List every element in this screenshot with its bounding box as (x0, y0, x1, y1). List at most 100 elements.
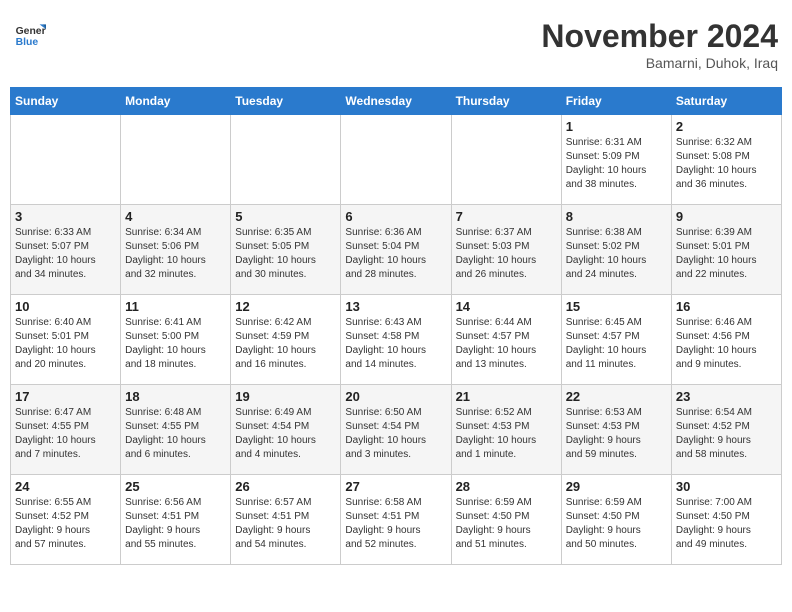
day-number: 2 (676, 119, 777, 134)
calendar-cell: 2 Sunrise: 6:32 AM Sunset: 5:08 PM Daylig… (671, 115, 781, 205)
calendar-cell: 17 Sunrise: 6:47 AM Sunset: 4:55 PM Dayli… (11, 385, 121, 475)
day-number: 1 (566, 119, 667, 134)
week-row-4: 17 Sunrise: 6:47 AM Sunset: 4:55 PM Dayli… (11, 385, 782, 475)
calendar-cell: 5Sunrise: 6:35 AM Sunset: 5:05 PM Daylig… (231, 205, 341, 295)
day-number: 11 (125, 299, 226, 314)
day-info: Sunrise: 6:38 AM Sunset: 5:02 PM Dayligh… (566, 226, 667, 282)
day-number: 8 (566, 209, 667, 224)
calendar-cell (121, 115, 231, 205)
day-number: 26 (235, 479, 336, 494)
weekday-header-saturday: Saturday (671, 88, 781, 115)
day-number: 29 (566, 479, 667, 494)
day-number: 22 (566, 389, 667, 404)
calendar-cell: 11 Sunrise: 6:41 AM Sunset: 5:00 PM Dayli… (121, 295, 231, 385)
calendar-cell: 10 Sunrise: 6:40 AM Sunset: 5:01 PM Dayli… (11, 295, 121, 385)
calendar-cell: 13Sunrise: 6:43 AM Sunset: 4:58 PM Dayli… (341, 295, 451, 385)
month-title: November 2024 (541, 18, 778, 55)
day-info: Sunrise: 6:34 AM Sunset: 5:06 PM Dayligh… (125, 226, 226, 282)
weekday-header-friday: Friday (561, 88, 671, 115)
day-number: 12 (235, 299, 336, 314)
day-number: 17 (15, 389, 116, 404)
day-number: 28 (456, 479, 557, 494)
day-info: Sunrise: 6:59 AM Sunset: 4:50 PM Dayligh… (566, 496, 667, 552)
day-info: Sunrise: 6:54 AM Sunset: 4:52 PM Dayligh… (676, 406, 777, 462)
day-info: Sunrise: 6:48 AM Sunset: 4:55 PM Dayligh… (125, 406, 226, 462)
day-number: 23 (676, 389, 777, 404)
calendar-body: 1 Sunrise: 6:31 AM Sunset: 5:09 PM Daylig… (11, 115, 782, 565)
day-number: 18 (125, 389, 226, 404)
day-info: Sunrise: 6:55 AM Sunset: 4:52 PM Dayligh… (15, 496, 116, 552)
day-info: Sunrise: 6:59 AM Sunset: 4:50 PM Dayligh… (456, 496, 557, 552)
calendar-cell: 21Sunrise: 6:52 AM Sunset: 4:53 PM Dayli… (451, 385, 561, 475)
day-number: 5 (235, 209, 336, 224)
day-info: Sunrise: 6:43 AM Sunset: 4:58 PM Dayligh… (345, 316, 446, 372)
day-info: Sunrise: 6:32 AM Sunset: 5:08 PM Dayligh… (676, 136, 777, 192)
header: General Blue November 2024 Bamarni, Duho… (10, 10, 782, 79)
calendar-cell: 15 Sunrise: 6:45 AM Sunset: 4:57 PM Dayli… (561, 295, 671, 385)
day-number: 9 (676, 209, 777, 224)
day-info: Sunrise: 6:47 AM Sunset: 4:55 PM Dayligh… (15, 406, 116, 462)
day-info: Sunrise: 6:41 AM Sunset: 5:00 PM Dayligh… (125, 316, 226, 372)
calendar-cell: 25 Sunrise: 6:56 AM Sunset: 4:51 PM Dayli… (121, 475, 231, 565)
day-number: 27 (345, 479, 446, 494)
day-number: 25 (125, 479, 226, 494)
day-number: 4 (125, 209, 226, 224)
day-info: Sunrise: 6:50 AM Sunset: 4:54 PM Dayligh… (345, 406, 446, 462)
day-number: 6 (345, 209, 446, 224)
day-info: Sunrise: 6:52 AM Sunset: 4:53 PM Dayligh… (456, 406, 557, 462)
calendar-cell (341, 115, 451, 205)
calendar-cell: 9 Sunrise: 6:39 AM Sunset: 5:01 PM Daylig… (671, 205, 781, 295)
week-row-3: 10 Sunrise: 6:40 AM Sunset: 5:01 PM Dayli… (11, 295, 782, 385)
title-area: November 2024 Bamarni, Duhok, Iraq (541, 18, 778, 71)
day-number: 15 (566, 299, 667, 314)
calendar-cell: 30 Sunrise: 7:00 AM Sunset: 4:50 PM Dayli… (671, 475, 781, 565)
day-info: Sunrise: 6:58 AM Sunset: 4:51 PM Dayligh… (345, 496, 446, 552)
day-info: Sunrise: 6:57 AM Sunset: 4:51 PM Dayligh… (235, 496, 336, 552)
calendar-cell (231, 115, 341, 205)
day-info: Sunrise: 6:44 AM Sunset: 4:57 PM Dayligh… (456, 316, 557, 372)
day-info: Sunrise: 6:37 AM Sunset: 5:03 PM Dayligh… (456, 226, 557, 282)
calendar-cell: 16 Sunrise: 6:46 AM Sunset: 4:56 PM Dayli… (671, 295, 781, 385)
calendar-cell: 24 Sunrise: 6:55 AM Sunset: 4:52 PM Dayli… (11, 475, 121, 565)
calendar-cell: 3 Sunrise: 6:33 AM Sunset: 5:07 PM Daylig… (11, 205, 121, 295)
day-info: Sunrise: 6:56 AM Sunset: 4:51 PM Dayligh… (125, 496, 226, 552)
logo-icon: General Blue (14, 18, 46, 50)
day-number: 19 (235, 389, 336, 404)
day-info: Sunrise: 6:39 AM Sunset: 5:01 PM Dayligh… (676, 226, 777, 282)
weekday-header-row: SundayMondayTuesdayWednesdayThursdayFrid… (11, 88, 782, 115)
weekday-header-wednesday: Wednesday (341, 88, 451, 115)
day-info: Sunrise: 6:45 AM Sunset: 4:57 PM Dayligh… (566, 316, 667, 372)
day-info: Sunrise: 6:42 AM Sunset: 4:59 PM Dayligh… (235, 316, 336, 372)
day-number: 24 (15, 479, 116, 494)
calendar-cell: 23 Sunrise: 6:54 AM Sunset: 4:52 PM Dayli… (671, 385, 781, 475)
day-number: 14 (456, 299, 557, 314)
weekday-header-monday: Monday (121, 88, 231, 115)
day-number: 16 (676, 299, 777, 314)
day-info: Sunrise: 6:46 AM Sunset: 4:56 PM Dayligh… (676, 316, 777, 372)
calendar-cell: 12 Sunrise: 6:42 AM Sunset: 4:59 PM Dayli… (231, 295, 341, 385)
calendar-cell: 29 Sunrise: 6:59 AM Sunset: 4:50 PM Dayli… (561, 475, 671, 565)
day-number: 10 (15, 299, 116, 314)
calendar-cell: 18 Sunrise: 6:48 AM Sunset: 4:55 PM Dayli… (121, 385, 231, 475)
logo: General Blue (14, 18, 46, 50)
location-title: Bamarni, Duhok, Iraq (541, 55, 778, 71)
day-info: Sunrise: 6:40 AM Sunset: 5:01 PM Dayligh… (15, 316, 116, 372)
calendar-cell (11, 115, 121, 205)
calendar-cell: 19 Sunrise: 6:49 AM Sunset: 4:54 PM Dayli… (231, 385, 341, 475)
day-number: 30 (676, 479, 777, 494)
calendar-cell: 20 Sunrise: 6:50 AM Sunset: 4:54 PM Dayli… (341, 385, 451, 475)
day-info: Sunrise: 7:00 AM Sunset: 4:50 PM Dayligh… (676, 496, 777, 552)
calendar-cell: 4 Sunrise: 6:34 AM Sunset: 5:06 PM Daylig… (121, 205, 231, 295)
day-info: Sunrise: 6:31 AM Sunset: 5:09 PM Dayligh… (566, 136, 667, 192)
day-number: 3 (15, 209, 116, 224)
week-row-2: 3 Sunrise: 6:33 AM Sunset: 5:07 PM Daylig… (11, 205, 782, 295)
day-number: 7 (456, 209, 557, 224)
svg-text:General: General (16, 26, 46, 37)
week-row-5: 24 Sunrise: 6:55 AM Sunset: 4:52 PM Dayli… (11, 475, 782, 565)
day-number: 20 (345, 389, 446, 404)
week-row-1: 1 Sunrise: 6:31 AM Sunset: 5:09 PM Daylig… (11, 115, 782, 205)
calendar-cell: 7 Sunrise: 6:37 AM Sunset: 5:03 PM Daylig… (451, 205, 561, 295)
calendar-cell: 22Sunrise: 6:53 AM Sunset: 4:53 PM Dayli… (561, 385, 671, 475)
day-info: Sunrise: 6:49 AM Sunset: 4:54 PM Dayligh… (235, 406, 336, 462)
day-info: Sunrise: 6:33 AM Sunset: 5:07 PM Dayligh… (15, 226, 116, 282)
